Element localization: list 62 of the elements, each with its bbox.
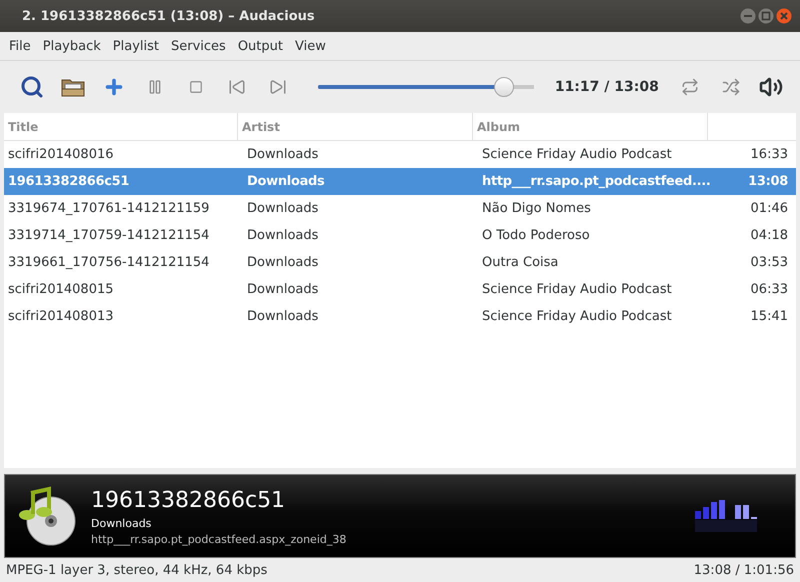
menu-item[interactable]: Playlist: [106, 38, 165, 54]
folder-icon: [61, 77, 86, 97]
artist-cell-text: Downloads: [246, 309, 318, 324]
format-info: MPEG-1 layer 3, stereo, 44 kHz, 64 kbps: [6, 562, 268, 578]
seek-thumb[interactable]: [494, 77, 514, 97]
album-cell-text: http___rr.sapo.pt_podcastfeed....: [481, 174, 711, 189]
window-title: 2. 19613382866c51 (13:08) – Audacious: [22, 8, 315, 24]
shuffle-icon: [722, 78, 740, 96]
playlist-row[interactable]: scifri201408016 Downloads Science Friday Audio Podcast 16:33: [4, 141, 796, 168]
playback-time: 11:17 / 13:08: [554, 79, 660, 95]
artist-cell-text: Downloads: [246, 282, 318, 297]
album-cell-text: Outra Coisa: [481, 255, 558, 270]
album-cell-text: Science Friday Audio Podcast: [481, 282, 672, 297]
stop-icon: [189, 80, 203, 94]
title-cell-text: 3319674_170761-1412121159: [7, 201, 210, 216]
artist-cell-text: Downloads: [246, 147, 318, 162]
next-icon: [268, 78, 287, 96]
title-cell-text: scifri201408013: [7, 309, 114, 324]
length-cell-text: 01:46: [750, 201, 789, 216]
artist-cell-text: Downloads: [246, 228, 318, 243]
music-disc-icon: [17, 485, 77, 547]
track-title: 19613382866c51: [91, 486, 286, 514]
minimize-icon[interactable]: [740, 8, 756, 24]
track-album: http___rr.sapo.pt_podcastfeed.aspx_zoneid_38: [91, 532, 348, 546]
close-icon[interactable]: [776, 8, 792, 24]
length-cell-text: 04:18: [750, 228, 789, 243]
playlist-row[interactable]: 3319674_170761-1412121159 Downloads Não Digo Nomes 01:46: [4, 195, 796, 222]
playlist-row[interactable]: 3319714_170759-1412121154 Downloads O Todo Poderoso 04:18: [4, 222, 796, 249]
search-icon: [20, 75, 44, 99]
track-artist: Downloads: [91, 516, 152, 530]
menu-item[interactable]: File: [3, 38, 37, 54]
title-cell-text: 3319714_170759-1412121154: [7, 228, 210, 243]
maximize-icon[interactable]: [758, 8, 774, 24]
album-cell-text: Science Friday Audio Podcast: [481, 147, 672, 162]
length-cell-text: 13:08: [747, 174, 789, 189]
length-cell-text: 16:33: [750, 147, 789, 162]
speaker-icon: [759, 75, 784, 99]
pause-icon: [147, 79, 164, 95]
length-cell-text: 15:41: [750, 309, 789, 324]
playlist-row[interactable]: 3319661_170756-1412121154 Downloads Outra Coisa 03:53: [4, 249, 796, 276]
playlist-row[interactable]: scifri201408013 Downloads Science Friday Audio Podcast 15:41: [4, 303, 796, 330]
total-time: 13:08 / 1:01:56: [694, 562, 794, 578]
previous-icon: [228, 78, 246, 96]
repeat-icon: [680, 78, 699, 96]
menu-item[interactable]: Services: [165, 38, 232, 54]
album-cell-text: Não Digo Nomes: [481, 201, 591, 216]
artist-cell-text: Downloads: [246, 201, 318, 216]
title-cell-text: 3319661_170756-1412121154: [7, 255, 210, 270]
title-cell-text: 19613382866c51: [7, 174, 130, 189]
menu-item[interactable]: Output: [232, 38, 289, 54]
length-cell-text: 06:33: [750, 282, 789, 297]
album-cell-text: O Todo Poderoso: [481, 228, 590, 243]
title-cell-text: scifri201408016: [7, 147, 114, 162]
artist-cell-text: Downloads: [246, 174, 324, 189]
visualizer-icon: [695, 499, 759, 533]
title-cell-text: scifri201408015: [7, 282, 114, 297]
album-cell-text: Science Friday Audio Podcast: [481, 309, 672, 324]
length-cell-text: 03:53: [750, 255, 789, 270]
artist-cell-text: Downloads: [246, 255, 318, 270]
menu-item[interactable]: Playback: [36, 38, 107, 54]
playlist-row[interactable]: scifri201408015 Downloads Science Friday Audio Podcast 06:33: [4, 276, 796, 303]
menu-item[interactable]: View: [289, 38, 332, 54]
